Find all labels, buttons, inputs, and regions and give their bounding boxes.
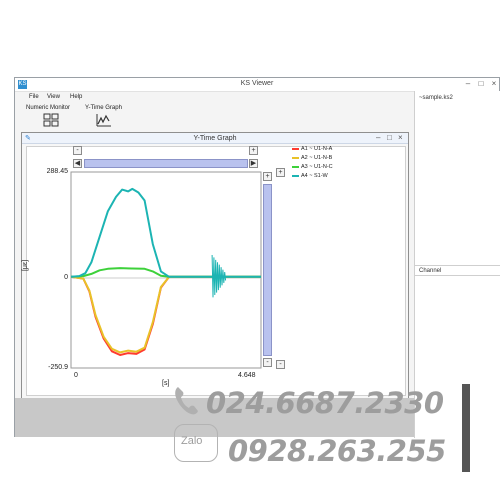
ytime-graph-button[interactable] [95, 113, 112, 128]
x-scale-plus-button[interactable]: + [249, 146, 258, 155]
graph-icon [96, 114, 111, 127]
numeric-monitor-button[interactable] [43, 113, 60, 128]
legend-swatch-a4 [292, 175, 299, 177]
ytime-graph-label: Y-Time Graph [85, 105, 122, 111]
legend-swatch-a2 [292, 157, 299, 159]
menu-help[interactable]: Help [70, 94, 82, 100]
phone-icon [175, 387, 198, 415]
legend-label-a2: A2 ~ U1-N-B [301, 155, 333, 161]
y2-scale-minus-button[interactable]: - [276, 360, 285, 369]
graph-minimize-button[interactable]: – [376, 133, 380, 142]
legend-swatch-a1 [292, 148, 299, 150]
x-axis-label: [s] [162, 380, 170, 387]
y-scrollbar[interactable] [263, 184, 272, 356]
y2-scale-plus-button[interactable]: + [276, 168, 285, 177]
x-scroll-right-button[interactable]: ▶ [249, 159, 258, 168]
y-tick-max: 288.45 [46, 168, 68, 175]
x-scrollbar[interactable] [84, 159, 248, 168]
app-title: KS Viewer [240, 80, 274, 87]
x-scale-minus-button[interactable]: - [73, 146, 82, 155]
minimize-button[interactable]: – [463, 79, 473, 88]
x-scroll-left-button[interactable]: ◀ [73, 159, 82, 168]
graph-maximize-button[interactable]: □ [387, 133, 392, 142]
zalo-icon: Zalo [174, 424, 218, 462]
watermark-phone-1: 024.6687.2330 [206, 386, 444, 420]
y-tick-min: -250.9 [48, 364, 68, 371]
legend-item-a4: A4 ~ S1-W [292, 173, 328, 179]
legend-item-a3: A3 ~ U1-N-C [292, 164, 333, 170]
ytime-graph-window: ✎ Y-Time Graph – □ × [21, 132, 409, 399]
graph-close-button[interactable]: × [398, 133, 403, 142]
y-tick-zero: 0 [64, 274, 68, 281]
plot-area-background [26, 146, 406, 396]
y-scale-plus-button[interactable]: + [263, 172, 272, 181]
watermark-phone-2: 0928.263.255 [228, 434, 446, 468]
channel-header: Channel [415, 266, 500, 276]
legend-label-a3: A3 ~ U1-N-C [301, 164, 333, 170]
ks-viewer-window: KS KS Viewer – □ × File View Help Numeri… [14, 77, 500, 438]
legend-swatch-a3 [292, 166, 299, 168]
x-tick-min: 0 [74, 372, 78, 379]
y-scale-minus-button[interactable]: - [263, 358, 272, 367]
y-axis-label: [με] [22, 259, 30, 272]
legend-item-a2: A2 ~ U1-N-B [292, 155, 332, 161]
file-panel: ~sample.ks2 [414, 91, 500, 266]
watermark-bar [462, 384, 470, 472]
numeric-monitor-label: Numeric Monitor [26, 105, 71, 111]
close-button[interactable]: × [489, 79, 499, 88]
menu-view[interactable]: View [47, 94, 60, 100]
legend-item-a1: A1 ~ U1-N-A [292, 146, 332, 152]
graph-title-bar: ✎ Y-Time Graph – □ × [22, 133, 408, 144]
menu-file[interactable]: File [29, 94, 39, 100]
zalo-label: Zalo [181, 435, 203, 447]
legend-label-a1: A1 ~ U1-N-A [301, 146, 333, 152]
legend-label-a4: A4 ~ S1-W [301, 173, 328, 179]
watermark: 024.6687.2330 Zalo 0928.263.255 [172, 384, 500, 500]
grid-icon [43, 113, 59, 127]
x-tick-max: 4.648 [238, 372, 256, 379]
graph-title: Y-Time Graph [193, 135, 237, 142]
file-entry[interactable]: ~sample.ks2 [419, 95, 453, 101]
maximize-button[interactable]: □ [476, 79, 486, 88]
title-bar: KS KS Viewer – □ × [15, 78, 499, 92]
